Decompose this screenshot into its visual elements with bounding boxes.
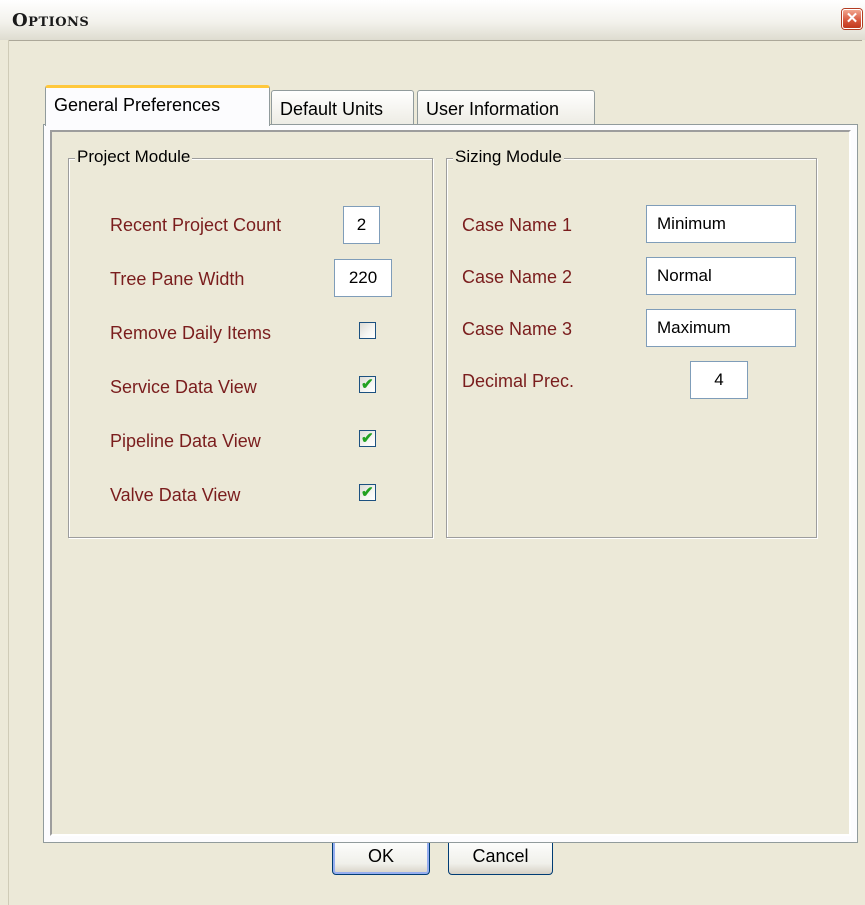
close-button[interactable]: ✕	[842, 9, 862, 29]
tab-label: General Preferences	[54, 95, 221, 115]
decimal-prec-input[interactable]: 4	[690, 361, 748, 399]
tab-default-units[interactable]: Default Units	[271, 90, 414, 126]
tree-pane-width-input[interactable]: 220	[334, 259, 392, 297]
tab-label: Default Units	[280, 99, 384, 119]
checkmark-icon: ✔	[361, 484, 374, 501]
panel-inset: Project Module Recent Project Count 2 Tr…	[50, 130, 851, 836]
tree-pane-width-label: Tree Pane Width	[110, 269, 245, 289]
case-name-3-label: Case Name 3	[462, 319, 573, 339]
case-name-3-input[interactable]: Maximum	[646, 309, 796, 347]
remove-daily-items-label: Remove Daily Items	[110, 323, 272, 343]
checkmark-icon: ✔	[361, 430, 374, 447]
project-module-group: Project Module Recent Project Count 2 Tr…	[68, 147, 433, 538]
service-data-view-label: Service Data View	[110, 377, 257, 397]
decimal-prec-label: Decimal Prec.	[462, 371, 575, 391]
dialog-client-area: General Preferences Default Units User I…	[9, 41, 862, 905]
case-name-2-label: Case Name 2	[462, 267, 573, 287]
cancel-button[interactable]: Cancel	[448, 838, 553, 875]
options-dialog: Options ✕ General Preferences Default Un…	[0, 0, 865, 905]
tab-user-information[interactable]: User Information	[417, 90, 595, 126]
case-name-1-input[interactable]: Minimum	[646, 205, 796, 243]
recent-project-count-label: Recent Project Count	[110, 215, 282, 235]
group-title: Sizing Module	[453, 147, 564, 167]
tab-panel-general-preferences: Project Module Recent Project Count 2 Tr…	[43, 124, 858, 843]
pipeline-data-view-checkbox[interactable]: ✔	[359, 430, 376, 447]
checkmark-icon: ✔	[361, 376, 374, 393]
tab-general-preferences[interactable]: General Preferences	[45, 85, 270, 126]
ok-button[interactable]: OK	[332, 838, 430, 875]
valve-data-view-label: Valve Data View	[110, 485, 241, 505]
close-icon: ✕	[845, 10, 859, 27]
case-name-2-input[interactable]: Normal	[646, 257, 796, 295]
group-title: Project Module	[75, 147, 193, 167]
valve-data-view-checkbox[interactable]: ✔	[359, 484, 376, 501]
service-data-view-checkbox[interactable]: ✔	[359, 376, 376, 393]
pipeline-data-view-label: Pipeline Data View	[110, 431, 261, 451]
recent-project-count-input[interactable]: 2	[343, 206, 380, 244]
remove-daily-items-checkbox[interactable]	[359, 322, 376, 339]
window-title: Options	[12, 10, 90, 31]
sizing-module-group: Sizing Module Case Name 1 Minimum Case N…	[446, 147, 817, 538]
window-border-left	[0, 40, 9, 905]
tab-label: User Information	[426, 99, 560, 119]
title-bar[interactable]: Options ✕	[0, 0, 865, 41]
case-name-1-label: Case Name 1	[462, 215, 573, 235]
